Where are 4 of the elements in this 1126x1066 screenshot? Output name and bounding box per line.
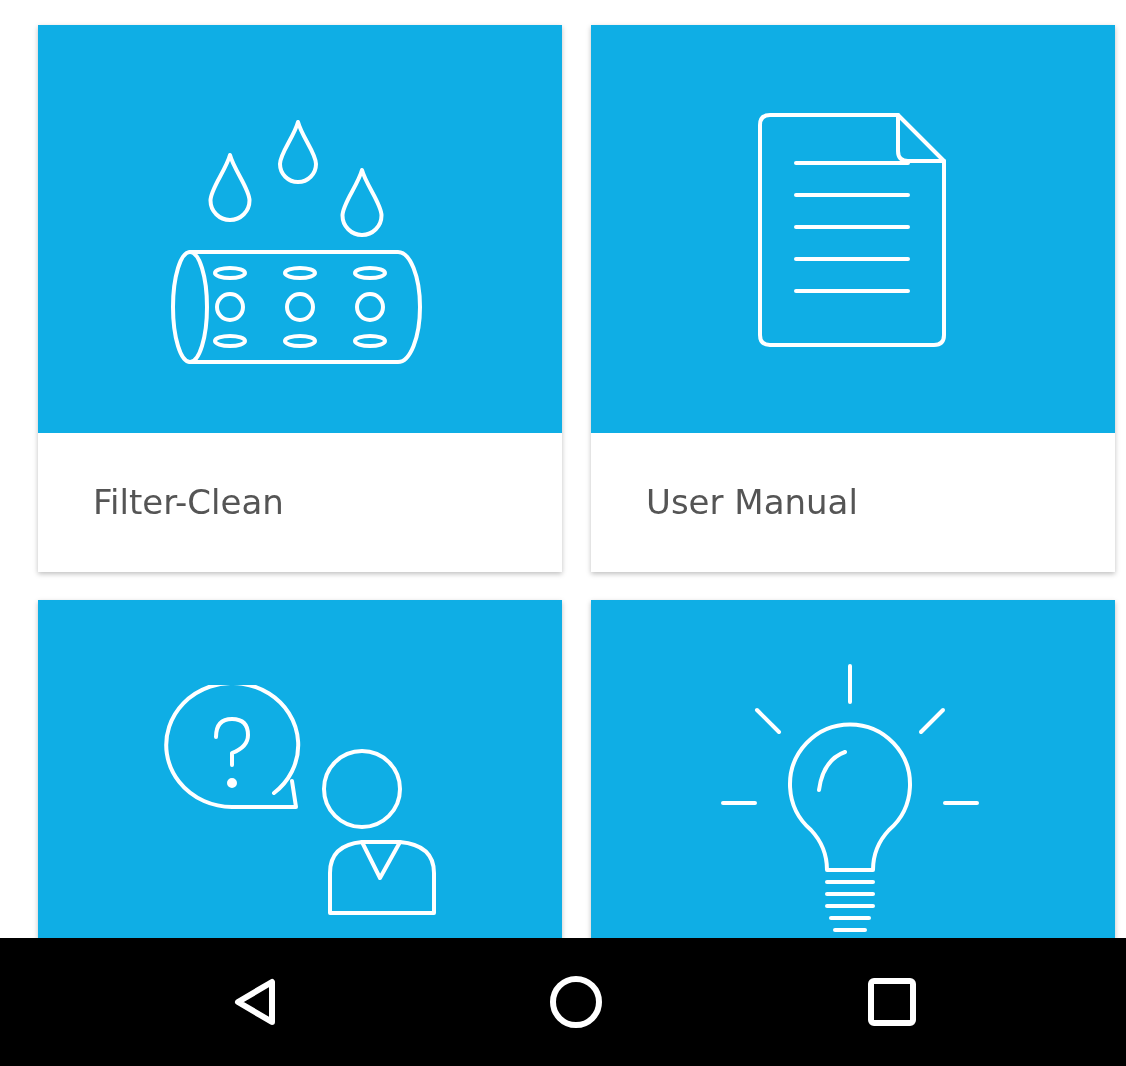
app-tile[interactable]: Filter-Clean xyxy=(38,25,562,572)
app-tile[interactable]: User Manual xyxy=(591,25,1115,572)
tile-label: User Manual xyxy=(645,482,858,522)
tile-label: Filter-Clean xyxy=(92,482,284,522)
